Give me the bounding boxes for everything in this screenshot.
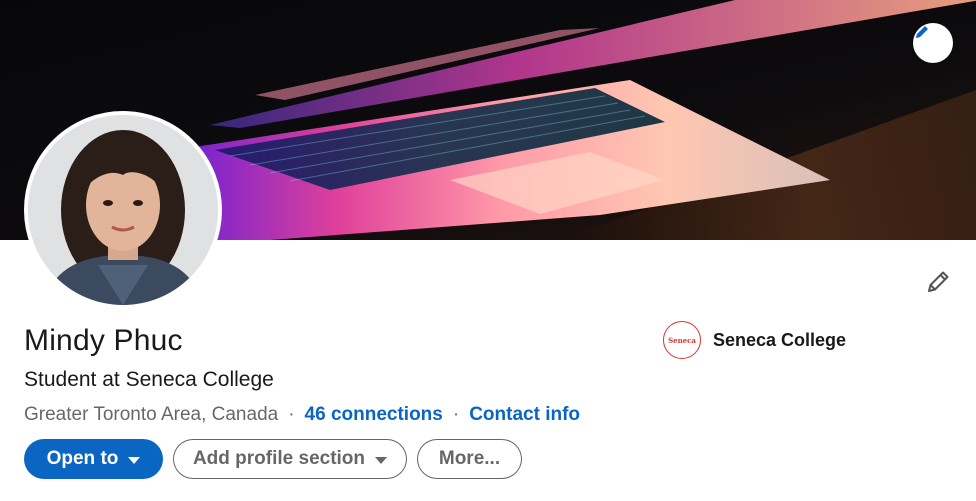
caret-down-icon [128,456,141,464]
profile-headline: Student at Seneca College [24,368,274,391]
add-profile-section-button[interactable]: Add profile section [173,439,407,479]
education-link[interactable]: Seneca Seneca College [663,321,846,359]
edit-banner-button[interactable] [913,23,953,63]
profile-name: Mindy Phuc [24,324,183,357]
more-button[interactable]: More... [417,439,522,479]
seneca-logo: Seneca [663,321,701,359]
open-to-label: Open to [46,448,119,469]
caret-down-icon [375,456,388,464]
connections-link[interactable]: 46 connections [305,404,443,426]
profile-meta-row: Greater Toronto Area, Canada · 46 connec… [24,404,580,426]
profile-top-card: Mindy Phuc Student at Seneca College Gre… [0,0,976,501]
education-name: Seneca College [713,329,847,350]
profile-location: Greater Toronto Area, Canada [24,404,279,425]
edit-intro-button[interactable] [918,262,958,302]
pencil-outline-icon [928,271,949,292]
separator-dot: · [452,404,460,425]
seneca-logo-text: Seneca [668,335,696,345]
more-label: More... [438,448,501,469]
pencil-icon [916,26,928,38]
profile-photo-avatar[interactable] [24,111,222,309]
separator-dot: · [288,404,295,425]
contact-info-link[interactable]: Contact info [469,404,580,426]
add-profile-section-label: Add profile section [192,448,366,469]
open-to-button[interactable]: Open to [24,439,163,479]
